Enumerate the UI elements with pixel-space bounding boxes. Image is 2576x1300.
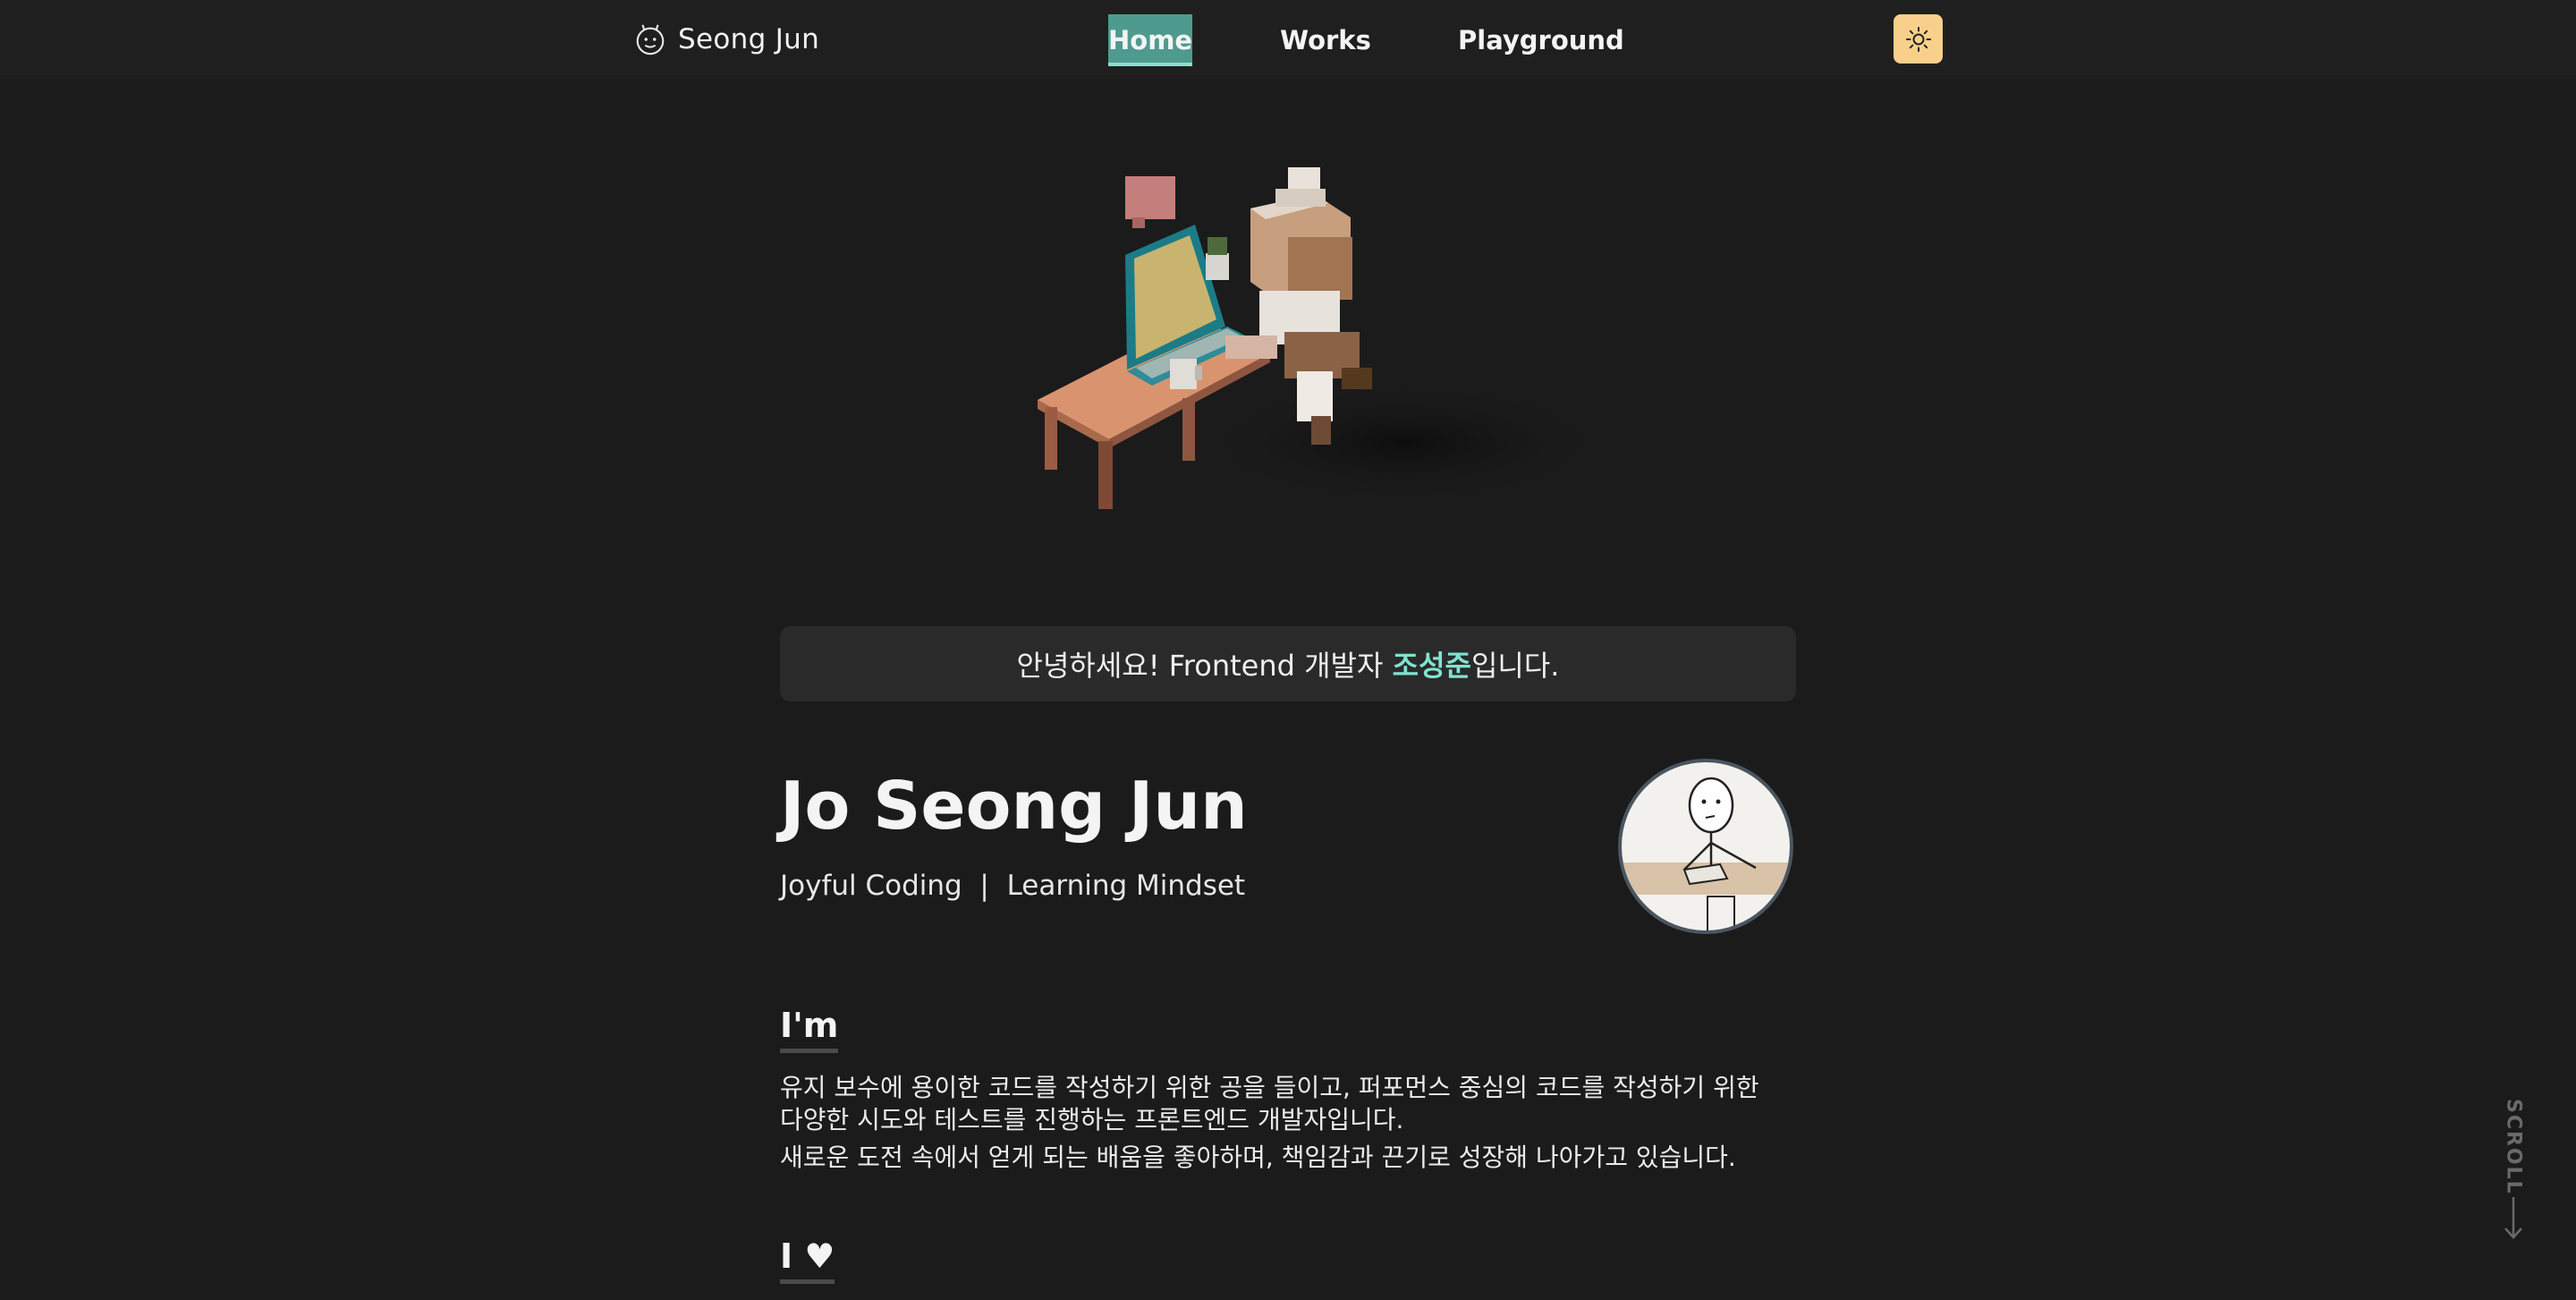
sun-icon [1905,26,1931,52]
stick-figure-avatar-image [1622,777,1790,930]
scroll-label: SCROLL [2502,1099,2525,1195]
greeting-text: 안녕하세요! Frontend 개발자 [1016,649,1393,683]
nav-playground-link[interactable]: Playground [1458,14,1624,66]
bio-line: 새로운 도전 속에서 얻게 되는 배움을 좋아하며, 책임감과 끈기로 성장해 … [780,1143,1736,1172]
theme-toggle-button[interactable] [1894,14,1943,64]
bio-line: 유지 보수에 용이한 코드를 작성하기 위한 공을 들이고, 퍼포먼스 중심의 … [780,1073,1759,1102]
scroll-indicator[interactable]: SCROLL [2496,1099,2531,1242]
bio-line: 다양한 시도와 테스트를 진행하는 프론트엔드 개발자입니다. [780,1105,1404,1134]
avatar [1618,759,1793,934]
nav-works-link[interactable]: Works [1279,14,1372,66]
profile-tagline: Joyful Coding | Learning Mindset [780,870,1246,902]
top-navbar: Seong Jun Home Works Playground [0,0,2576,79]
nav-home-link[interactable]: Home [1108,14,1192,66]
bio-text: 유지 보수에 용이한 코드를 작성하기 위한 공을 들이고, 퍼포먼스 중심의 … [780,1072,1809,1174]
smiley-logo-icon [636,24,665,55]
love-section-title: I ♥ [780,1236,835,1284]
im-section-title: I'm [780,1006,839,1053]
voxel-desk-illustration [1038,167,1619,509]
brand-name: Seong Jun [678,23,820,55]
brand-logo-link[interactable]: Seong Jun [633,18,819,61]
greeting-banner: 안녕하세요! Frontend 개발자 조성준 입니다. [780,626,1796,701]
profile-name: Jo Seong Jun [780,768,1248,845]
greeting-name-highlight: 조성준 [1392,649,1471,683]
arrow-down-icon [2504,1197,2522,1239]
greeting-suffix: 입니다. [1470,649,1560,683]
